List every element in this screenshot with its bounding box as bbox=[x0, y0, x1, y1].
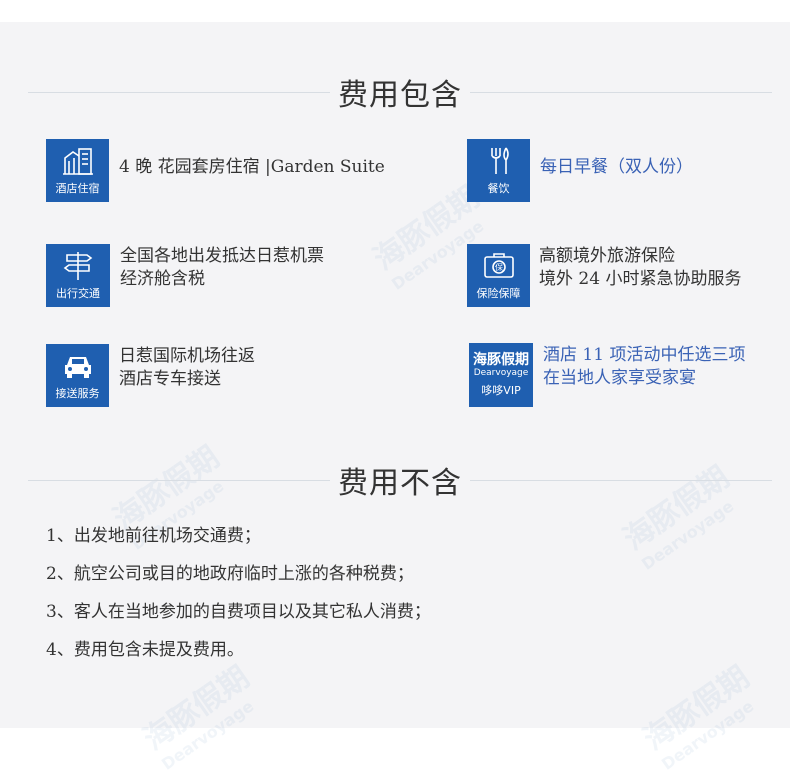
hotel-text: 4 晚 花园套房住宿 |Garden Suite bbox=[119, 157, 385, 177]
insurance-icon: 保 bbox=[483, 252, 514, 278]
list-item: 4、费用包含未提及费用。 bbox=[46, 640, 244, 660]
transfer-label: 接送服务 bbox=[55, 386, 100, 400]
included-item-transfer: 接送服务 日惹国际机场往返 酒店专车接送 bbox=[46, 344, 255, 407]
divider-line bbox=[28, 91, 330, 93]
included-item-dining: 餐饮 每日早餐（双人份） bbox=[467, 139, 693, 202]
dining-icon bbox=[490, 147, 509, 174]
svg-text:保: 保 bbox=[495, 262, 503, 272]
excluded-list: 1、出发地前往机场交通费； 2、航空公司或目的地政府临时上涨的各种税费； 3、客… bbox=[46, 525, 431, 677]
hotel-icon-box: 酒店住宿 bbox=[46, 139, 109, 202]
list-item: 1、出发地前往机场交通费； bbox=[46, 526, 261, 546]
divider-line bbox=[470, 479, 772, 481]
hotel-icon bbox=[62, 147, 93, 175]
included-item-vip: 海豚假期 Dearvoyage 哆哆VIP 酒店 11 项活动中任选三项 在当地… bbox=[469, 343, 745, 407]
excluded-title: 费用不含 bbox=[338, 466, 462, 501]
transport-icon-box: 出行交通 bbox=[46, 244, 110, 307]
included-item-insurance: 保 保险保障 高额境外旅游保险 境外 24 小时紧急协助服务 bbox=[467, 244, 741, 307]
insurance-text: 高额境外旅游保险 境外 24 小时紧急协助服务 bbox=[539, 245, 742, 289]
dining-icon-box: 餐饮 bbox=[467, 139, 530, 202]
transport-label: 出行交通 bbox=[56, 286, 100, 300]
divider-line bbox=[470, 91, 772, 93]
content-panel: 海豚假期 Dearvoyage 海豚假期 Dearvoyage 海豚假期 Dearvo… bbox=[0, 22, 790, 774]
included-title: 费用包含 bbox=[338, 78, 462, 113]
signpost-icon bbox=[63, 251, 93, 280]
included-section-title: 费用包含 bbox=[28, 72, 772, 113]
dearvoyage-logo: 海豚假期 Dearvoyage bbox=[473, 351, 529, 378]
vip-text: 酒店 11 项活动中任选三项 在当地人家享受家宴 bbox=[543, 345, 746, 388]
hotel-label: 酒店住宿 bbox=[55, 181, 100, 195]
dining-text: 每日早餐（双人份） bbox=[540, 157, 693, 177]
list-item: 3、客人在当地参加的自费项目以及其它私人消费； bbox=[46, 602, 431, 622]
included-item-hotel: 酒店住宿 4 晚 花园套房住宿 |Garden Suite bbox=[46, 139, 385, 202]
divider-line bbox=[28, 479, 330, 481]
car-icon bbox=[64, 356, 91, 378]
vip-icon-box: 海豚假期 Dearvoyage 哆哆VIP bbox=[469, 343, 533, 407]
transfer-text: 日惹国际机场往返 酒店专车接送 bbox=[119, 345, 255, 389]
insurance-icon-box: 保 保险保障 bbox=[467, 244, 530, 307]
vip-label: 哆哆VIP bbox=[481, 383, 521, 397]
dining-label: 餐饮 bbox=[487, 181, 510, 195]
transport-text: 全国各地出发抵达日惹机票 经济舱含税 bbox=[120, 245, 324, 289]
insurance-label: 保险保障 bbox=[476, 286, 521, 300]
included-item-transport: 出行交通 全国各地出发抵达日惹机票 经济舱含税 bbox=[46, 244, 324, 307]
watermark: 海豚假期 Dearvoyage bbox=[637, 659, 758, 774]
list-item: 2、航空公司或目的地政府临时上涨的各种税费； bbox=[46, 564, 414, 584]
transfer-icon-box: 接送服务 bbox=[46, 344, 109, 407]
excluded-section-title: 费用不含 bbox=[28, 460, 772, 501]
